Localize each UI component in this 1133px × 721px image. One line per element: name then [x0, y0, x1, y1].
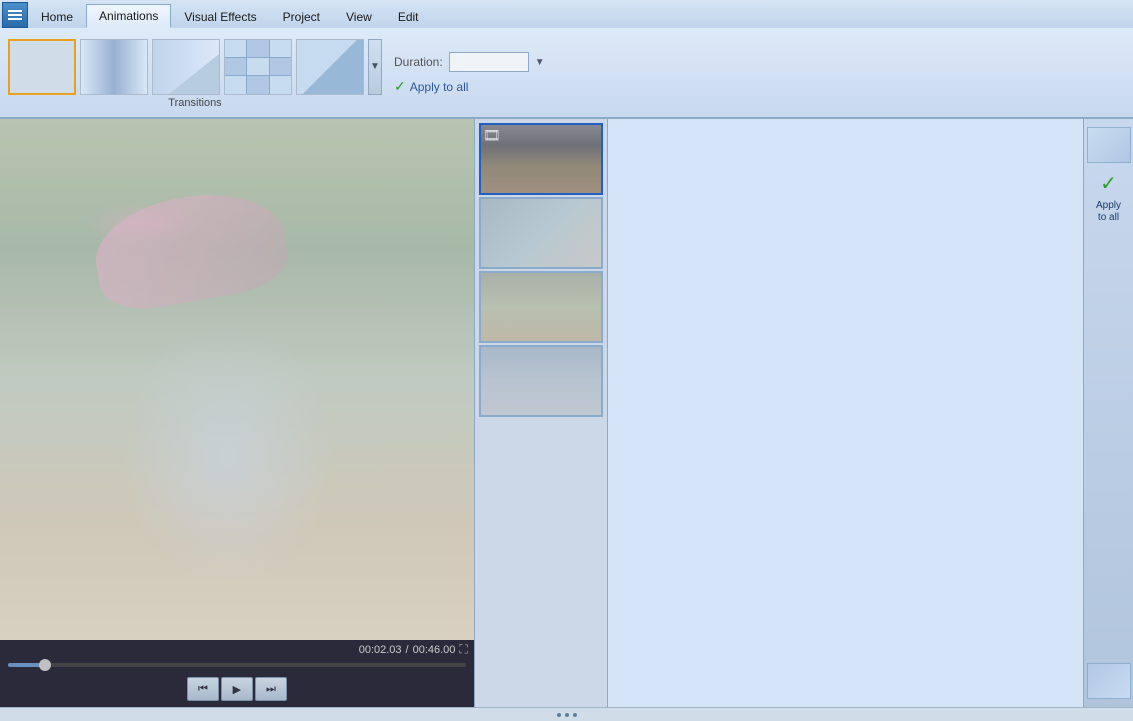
- ribbon-tab-bar: Home Animations Visual Effects Project V…: [0, 0, 1133, 28]
- film-strip-icon: 🎞: [483, 127, 501, 144]
- seek-bar[interactable]: [0, 659, 474, 671]
- next-frame-btn[interactable]: ⏭: [255, 677, 287, 701]
- play-btn[interactable]: ▶: [221, 677, 253, 701]
- duration-input[interactable]: [449, 52, 529, 72]
- tab-animations[interactable]: Animations: [86, 4, 171, 28]
- duration-label: Duration:: [394, 55, 443, 69]
- transitions-scroll-btn[interactable]: ▼: [368, 39, 382, 95]
- playback-controls: ⏮ ▶ ⏭: [0, 671, 474, 707]
- apply-all-check-icon: ✓: [394, 78, 406, 95]
- transitions-label: Transitions: [8, 95, 382, 109]
- transition-thumb-corner[interactable]: [296, 39, 364, 95]
- timeline-clip-3[interactable]: [479, 271, 603, 343]
- apply-bottom-thumb: [1087, 663, 1131, 699]
- timeline-strip: 🎞: [475, 119, 608, 707]
- apply-to-all-btn[interactable]: ✓ Apply to all: [394, 78, 545, 95]
- dot-3: [573, 713, 577, 717]
- video-image: [0, 119, 474, 640]
- time-total: 00:46.00: [413, 644, 456, 656]
- main-content: 00:02.03 / 00:46.00 ⛶ ⏮ ▶ ⏭ 🎞: [0, 119, 1133, 707]
- transitions-group: ▼ Transitions: [8, 39, 382, 109]
- panel-right: None Automatic: [608, 119, 1083, 707]
- tab-visual-effects[interactable]: Visual Effects: [171, 4, 269, 28]
- apply-top-thumb: [1087, 127, 1131, 163]
- timeline-clip-2[interactable]: [479, 197, 603, 269]
- ribbon: Home Animations Visual Effects Project V…: [0, 0, 1133, 119]
- seek-track[interactable]: [8, 663, 466, 667]
- video-preview: 00:02.03 / 00:46.00 ⛶ ⏮ ▶ ⏭: [0, 119, 475, 707]
- apply-panel: ✓ Applyto all: [1083, 119, 1133, 707]
- video-frame: [0, 119, 474, 640]
- time-current: 00:02.03: [359, 644, 402, 656]
- ribbon-animations-content: ▼ Transitions Duration: ▼ ✓ Apply to all: [0, 28, 1133, 118]
- duration-row: Duration: ▼: [394, 52, 545, 72]
- app-menu-button[interactable]: [2, 2, 28, 28]
- timeline-clip-4[interactable]: [479, 345, 603, 417]
- transition-items: ▼: [8, 39, 382, 95]
- timeline-clip-1[interactable]: 🎞: [479, 123, 603, 195]
- duration-dropdown-icon[interactable]: ▼: [535, 57, 545, 68]
- transition-thumb-none[interactable]: [8, 39, 76, 95]
- transition-thumb-tiles[interactable]: [224, 39, 292, 95]
- apply-check-icon: ✓: [1100, 171, 1117, 196]
- duration-section: Duration: ▼ ✓ Apply to all: [394, 52, 545, 95]
- expand-video-icon[interactable]: ⛶: [459, 642, 467, 657]
- tab-view[interactable]: View: [333, 4, 385, 28]
- video-time-bar: 00:02.03 / 00:46.00 ⛶: [0, 640, 474, 659]
- transition-thumb-diagonal[interactable]: [152, 39, 220, 95]
- time-separator: /: [406, 644, 409, 656]
- prev-frame-btn[interactable]: ⏮: [187, 677, 219, 701]
- tab-edit[interactable]: Edit: [385, 4, 432, 28]
- bottom-dots-bar: [0, 707, 1133, 721]
- apply-all-label: Apply to all: [410, 80, 469, 94]
- dot-2: [565, 713, 569, 717]
- tab-home[interactable]: Home: [28, 4, 86, 28]
- apply-label[interactable]: Applyto all: [1096, 200, 1121, 224]
- seek-thumb[interactable]: [39, 659, 51, 671]
- transition-thumb-fade[interactable]: [80, 39, 148, 95]
- dot-1: [557, 713, 561, 717]
- tab-project[interactable]: Project: [270, 4, 333, 28]
